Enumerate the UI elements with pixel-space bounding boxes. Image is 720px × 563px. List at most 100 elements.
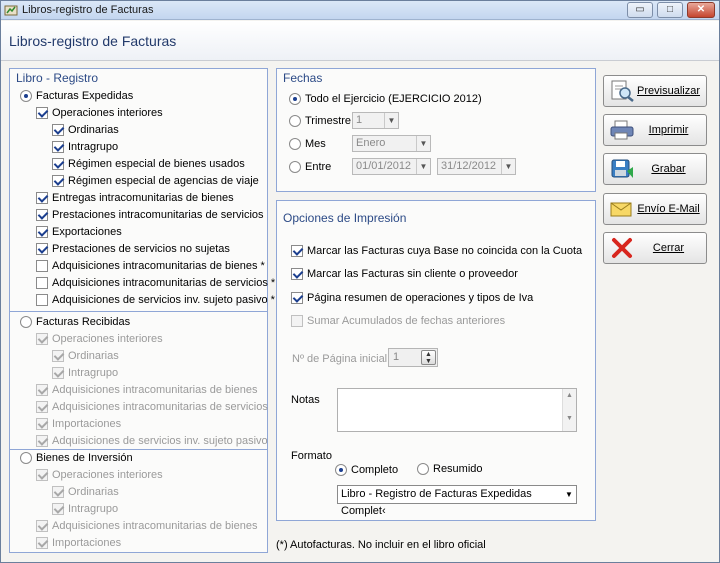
notas-textarea[interactable]: ▲ ▼ — [337, 388, 577, 432]
previsualizar-button[interactable]: Previsualizar — [603, 75, 707, 107]
formato-label: Formato — [291, 450, 332, 462]
formato-select[interactable]: Libro - Registro de Facturas Expedidas C… — [337, 485, 577, 517]
inv-checkbox-1[interactable] — [52, 486, 64, 498]
exp-checkbox-1[interactable] — [52, 124, 64, 136]
inv-item-2[interactable]: Intragrupo — [52, 501, 118, 517]
exp-checkbox-5[interactable] — [36, 192, 48, 204]
inv-checkbox-2[interactable] — [52, 503, 64, 515]
rec-checkbox-5[interactable] — [36, 418, 48, 430]
scroll-up-icon[interactable]: ▲ — [563, 392, 576, 399]
cerrar-button[interactable]: Cerrar — [603, 232, 707, 264]
rec-checkbox-6[interactable] — [36, 435, 48, 447]
bienes-inversion-radio[interactable] — [20, 452, 32, 464]
marcar-base-option[interactable]: Marcar las Facturas cuya Base no coincid… — [291, 243, 582, 259]
inv-item-0[interactable]: Operaciones interiores — [36, 467, 163, 483]
pagina-inicial-label: Nº de Página inicial — [292, 353, 388, 365]
notas-scrollbar[interactable]: ▲ ▼ — [562, 389, 576, 431]
date-to-picker[interactable]: 31/12/2012 ▼ — [437, 158, 516, 175]
maximize-button[interactable]: □ — [657, 2, 683, 18]
exp-item-1[interactable]: Ordinarias — [52, 122, 119, 138]
imprimir-button[interactable]: Imprimir — [603, 114, 707, 146]
sumar-acumulados-label: Sumar Acumulados de fechas anteriores — [307, 315, 506, 327]
mes-radio[interactable] — [289, 138, 301, 150]
mes-select[interactable]: Enero ▼ — [352, 135, 431, 152]
exp-checkbox-9[interactable] — [36, 260, 48, 272]
sumar-acumulados-checkbox[interactable] — [291, 315, 303, 327]
exp-item-5[interactable]: Entregas intracomunitarias de bienes — [36, 190, 234, 206]
exp-item-0[interactable]: Operaciones interiores — [36, 105, 163, 121]
entre-radio[interactable] — [289, 161, 301, 173]
formato-resumido-option[interactable]: Resumido — [417, 461, 483, 477]
exp-item-2[interactable]: Intragrupo — [52, 139, 118, 155]
exp-checkbox-6[interactable] — [36, 209, 48, 221]
marcar-sin-cliente-checkbox[interactable] — [291, 268, 303, 280]
rec-checkbox-0[interactable] — [36, 333, 48, 345]
rec-label-3: Adquisiciones intracomunitarias de biene… — [52, 384, 258, 396]
todo-ejercicio-radio[interactable] — [289, 93, 301, 105]
rec-item-0[interactable]: Operaciones interiores — [36, 331, 163, 347]
entre-option[interactable]: Entre — [289, 159, 331, 175]
mes-option[interactable]: Mes — [289, 136, 326, 152]
rec-item-1[interactable]: Ordinarias — [52, 348, 119, 364]
facturas-expedidas-radio[interactable] — [20, 90, 32, 102]
facturas-expedidas-option[interactable]: Facturas Expedidas — [20, 88, 133, 104]
bienes-inversion-option[interactable]: Bienes de Inversión — [20, 450, 133, 466]
exp-item-9[interactable]: Adquisiciones intracomunitarias de biene… — [36, 258, 265, 274]
trimestre-radio[interactable] — [289, 115, 301, 127]
rec-item-4[interactable]: Adquisiciones intracomunitarias de servi… — [36, 399, 268, 415]
exp-item-8[interactable]: Prestaciones de servicios no sujetas — [36, 241, 230, 257]
formato-completo-option[interactable]: Completo — [335, 462, 398, 478]
exp-checkbox-7[interactable] — [36, 226, 48, 238]
rec-item-6[interactable]: Adquisiciones de servicios inv. sujeto p… — [36, 433, 268, 449]
exp-checkbox-11[interactable] — [36, 294, 48, 306]
facturas-recibidas-radio[interactable] — [20, 316, 32, 328]
exp-checkbox-8[interactable] — [36, 243, 48, 255]
trimestre-option[interactable]: Trimestre — [289, 113, 351, 129]
exp-checkbox-2[interactable] — [52, 141, 64, 153]
exp-item-7[interactable]: Exportaciones — [36, 224, 122, 240]
facturas-recibidas-label: Facturas Recibidas — [36, 316, 131, 328]
exp-item-4[interactable]: Régimen especial de agencias de viaje — [52, 173, 259, 189]
rec-checkbox-4[interactable] — [36, 401, 48, 413]
inv-checkbox-4[interactable] — [36, 537, 48, 549]
sumar-acumulados-option[interactable]: Sumar Acumulados de fechas anteriores — [291, 313, 505, 329]
spin-arrows-icon[interactable]: ▲ ▼ — [421, 350, 436, 365]
envio-email-button[interactable]: Envío E-Mail — [603, 193, 707, 225]
date-from-picker[interactable]: 01/01/2012 ▼ — [352, 158, 431, 175]
cerrar-label: Cerrar — [652, 242, 685, 254]
inv-item-4[interactable]: Importaciones — [36, 535, 121, 551]
inv-checkbox-3[interactable] — [36, 520, 48, 532]
todo-ejercicio-option[interactable]: Todo el Ejercicio (EJERCICIO 2012) — [289, 91, 482, 107]
inv-item-3[interactable]: Adquisiciones intracomunitarias de biene… — [36, 518, 257, 534]
formato-resumido-radio[interactable] — [417, 463, 429, 475]
marcar-base-checkbox[interactable] — [291, 245, 303, 257]
pagina-resumen-checkbox[interactable] — [291, 292, 303, 304]
marcar-sin-cliente-option[interactable]: Marcar las Facturas sin cliente o provee… — [291, 266, 518, 282]
exp-item-11[interactable]: Adquisiciones de servicios inv. sujeto p… — [36, 292, 275, 308]
exp-item-3[interactable]: Régimen especial de bienes usados — [52, 156, 245, 172]
rec-checkbox-3[interactable] — [36, 384, 48, 396]
rec-checkbox-2[interactable] — [52, 367, 64, 379]
exp-checkbox-10[interactable] — [36, 277, 48, 289]
fechas-group: Fechas Todo el Ejercicio (EJERCICIO 2012… — [276, 68, 596, 192]
inv-checkbox-0[interactable] — [36, 469, 48, 481]
rec-checkbox-1[interactable] — [52, 350, 64, 362]
facturas-recibidas-option[interactable]: Facturas Recibidas — [20, 314, 130, 330]
minimize-button[interactable]: ▭ — [627, 2, 653, 18]
exp-item-6[interactable]: Prestaciones intracomunitarias de servic… — [36, 207, 264, 223]
exp-checkbox-3[interactable] — [52, 158, 64, 170]
formato-completo-radio[interactable] — [335, 464, 347, 476]
rec-item-5[interactable]: Importaciones — [36, 416, 121, 432]
inv-item-1[interactable]: Ordinarias — [52, 484, 119, 500]
pagina-resumen-option[interactable]: Página resumen de operaciones y tipos de… — [291, 290, 533, 306]
grabar-button[interactable]: Grabar — [603, 153, 707, 185]
exp-checkbox-4[interactable] — [52, 175, 64, 187]
rec-item-3[interactable]: Adquisiciones intracomunitarias de biene… — [36, 382, 257, 398]
exp-checkbox-0[interactable] — [36, 107, 48, 119]
rec-item-2[interactable]: Intragrupo — [52, 365, 118, 381]
scroll-down-icon[interactable]: ▼ — [563, 415, 576, 422]
close-window-button[interactable]: ✕ — [687, 2, 715, 18]
trimestre-select[interactable]: 1 ▼ — [352, 112, 399, 129]
exp-item-10[interactable]: Adquisiciones intracomunitarias de servi… — [36, 275, 275, 291]
pagina-inicial-stepper[interactable]: 1 ▲ ▼ — [388, 348, 438, 367]
